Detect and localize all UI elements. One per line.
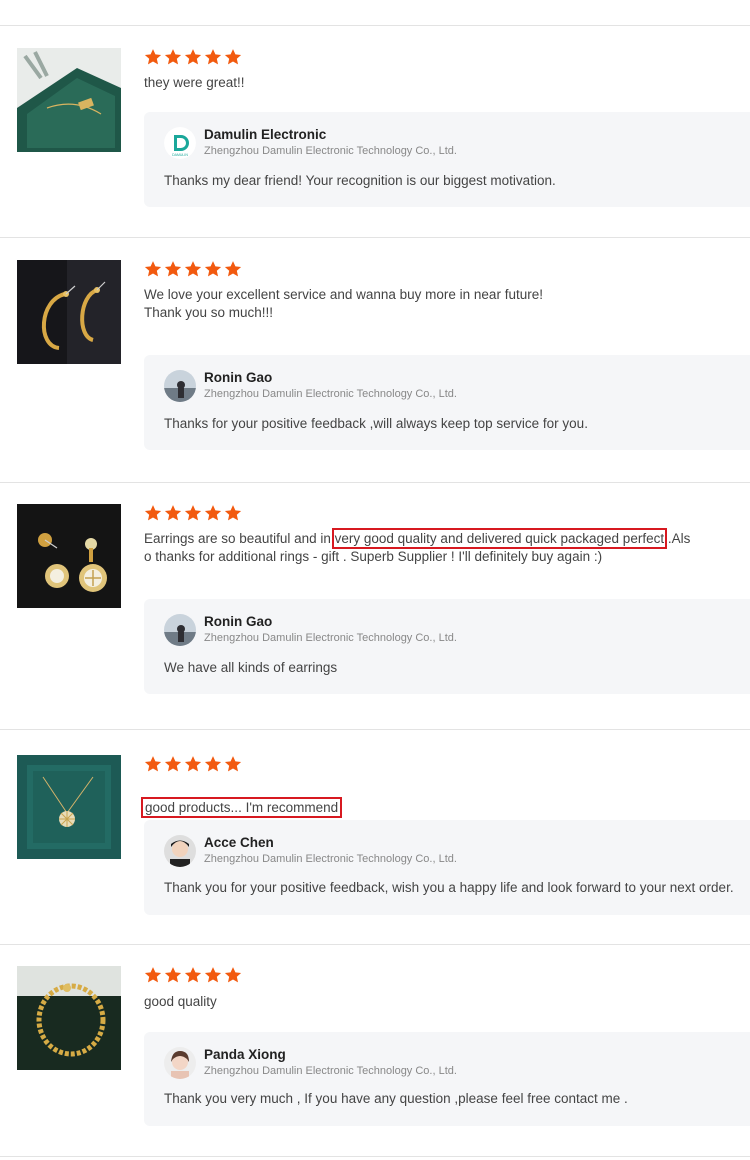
divider	[0, 1156, 750, 1157]
review-item: Earrings are so beautiful and in very go…	[0, 504, 750, 704]
star-icon	[144, 505, 162, 521]
star-icon	[204, 756, 222, 772]
review-text: they were great!!	[144, 75, 245, 90]
reply-text: Thanks for your positive feedback ,will …	[164, 416, 588, 431]
star-icon	[144, 967, 162, 983]
review-text: We love your excellent service and wanna…	[144, 287, 543, 320]
seller-reply: Ronin Gao Zhengzhou Damulin Electronic T…	[144, 599, 750, 694]
review-text: good quality	[144, 994, 217, 1009]
review-text-line2: o thanks for additional rings - gift . S…	[144, 549, 603, 564]
rating-stars	[144, 260, 242, 280]
star-icon	[164, 967, 182, 983]
avatar	[164, 1047, 196, 1079]
star-icon	[184, 967, 202, 983]
star-icon	[184, 261, 202, 277]
avatar: DAMULIN	[164, 127, 196, 159]
review-text: good products... I'm recommend	[140, 781, 714, 818]
reply-text: Thank you very much , If you have any qu…	[164, 1091, 628, 1106]
divider	[0, 729, 750, 730]
star-icon	[144, 756, 162, 772]
product-thumbnail[interactable]	[17, 755, 121, 859]
reply-author-name: Panda Xiong	[204, 1047, 286, 1062]
reply-author-name: Ronin Gao	[204, 614, 273, 629]
review-item: good products... I'm recommend Acce Chen…	[0, 755, 750, 920]
star-icon	[204, 505, 222, 521]
star-icon	[184, 756, 202, 772]
divider	[0, 25, 750, 26]
star-icon	[164, 49, 182, 65]
reply-company: Zhengzhou Damulin Electronic Technology …	[204, 632, 457, 644]
star-icon	[204, 261, 222, 277]
review-text-part: .Als	[664, 531, 691, 546]
star-icon	[184, 505, 202, 521]
avatar	[164, 614, 196, 646]
product-thumbnail[interactable]	[17, 966, 121, 1070]
reply-company: Zhengzhou Damulin Electronic Technology …	[204, 853, 457, 865]
review-item: they were great!! DAMULIN Damulin Electr…	[0, 48, 750, 218]
rating-stars	[144, 755, 242, 775]
avatar	[164, 835, 196, 867]
seller-reply: Panda Xiong Zhengzhou Damulin Electronic…	[144, 1032, 750, 1126]
reply-company: Zhengzhou Damulin Electronic Technology …	[204, 145, 457, 157]
star-icon	[224, 756, 242, 772]
star-icon	[164, 756, 182, 772]
review-item: good quality Panda Xiong Zhengzhou Damul…	[0, 966, 750, 1136]
seller-reply: DAMULIN Damulin Electronic Zhengzhou Dam…	[144, 112, 750, 207]
star-icon	[224, 505, 242, 521]
star-icon	[224, 967, 242, 983]
star-icon	[224, 261, 242, 277]
star-icon	[204, 967, 222, 983]
rating-stars	[144, 48, 242, 68]
review-text: Earrings are so beautiful and in very go…	[144, 528, 714, 566]
svg-text:DAMULIN: DAMULIN	[172, 153, 188, 157]
star-icon	[164, 261, 182, 277]
highlighted-phrase: very good quality and delivered quick pa…	[331, 528, 668, 549]
reply-text: Thank you for your positive feedback, wi…	[164, 880, 734, 895]
seller-reply: Acce Chen Zhengzhou Damulin Electronic T…	[144, 820, 750, 915]
divider	[0, 482, 750, 483]
product-thumbnail[interactable]	[17, 260, 121, 364]
divider	[0, 237, 750, 238]
highlighted-phrase: good products... I'm recommend	[140, 797, 343, 818]
star-icon	[184, 49, 202, 65]
star-icon	[224, 49, 242, 65]
star-icon	[144, 261, 162, 277]
star-icon	[144, 49, 162, 65]
rating-stars	[144, 966, 242, 986]
product-thumbnail[interactable]	[17, 504, 121, 608]
reply-text: We have all kinds of earrings	[164, 660, 338, 675]
divider	[0, 944, 750, 945]
star-icon	[164, 505, 182, 521]
seller-reply: Ronin Gao Zhengzhou Damulin Electronic T…	[144, 355, 750, 450]
reply-author-name: Acce Chen	[204, 835, 274, 850]
reply-company: Zhengzhou Damulin Electronic Technology …	[204, 388, 457, 400]
rating-stars	[144, 504, 242, 524]
review-text-part: Earrings are so beautiful and in	[144, 531, 335, 546]
avatar	[164, 370, 196, 402]
star-icon	[204, 49, 222, 65]
reply-company: Zhengzhou Damulin Electronic Technology …	[204, 1065, 457, 1077]
reply-author-name: Damulin Electronic	[204, 127, 327, 142]
product-thumbnail[interactable]	[17, 48, 121, 152]
reply-author-name: Ronin Gao	[204, 370, 273, 385]
reply-text: Thanks my dear friend! Your recognition …	[164, 173, 556, 188]
review-item: We love your excellent service and wanna…	[0, 260, 750, 460]
